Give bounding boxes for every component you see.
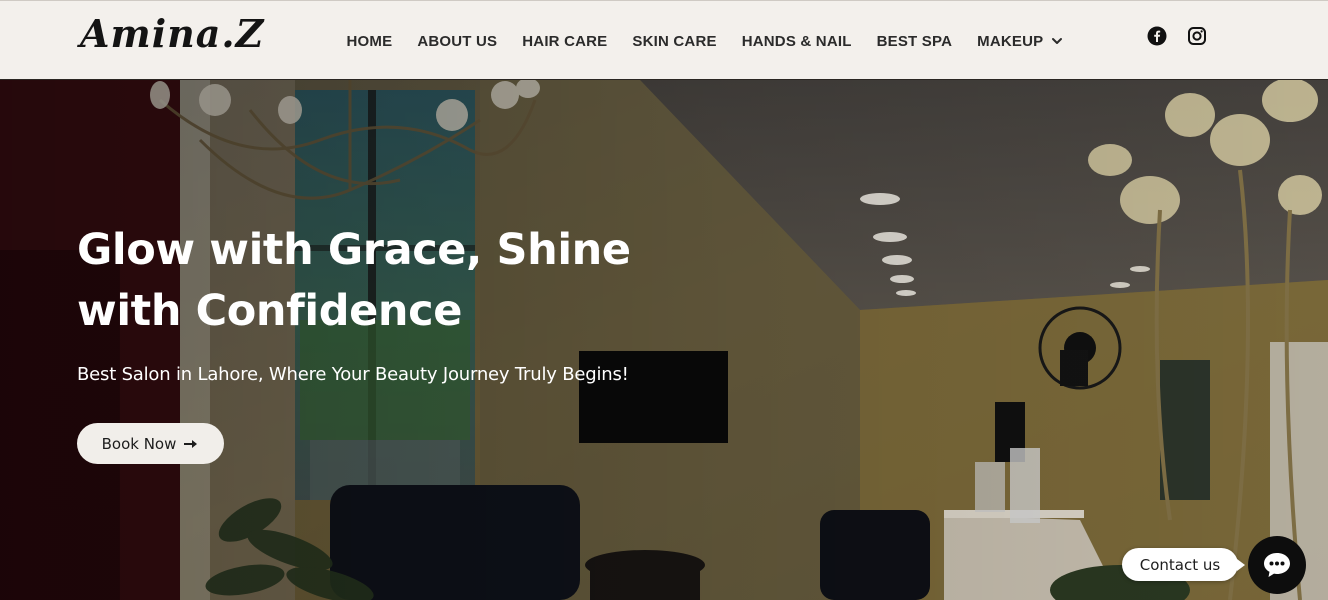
book-now-label: Book Now: [101, 434, 177, 453]
chevron-down-icon: [1052, 38, 1063, 44]
nav-item-about-us[interactable]: ABOUT US: [405, 33, 510, 50]
hero-section: Glow with Grace, Shine with Confidence B…: [0, 80, 1328, 600]
nav-item-label: HANDS & NAIL: [741, 32, 852, 50]
main-nav: HOME ABOUT US HAIR CARE SKIN CARE HANDS …: [334, 30, 1076, 52]
instagram-icon[interactable]: [1187, 26, 1207, 46]
book-now-button[interactable]: Book Now: [77, 423, 224, 464]
nav-item-home[interactable]: HOME: [334, 33, 405, 50]
nav-item-hair-care[interactable]: HAIR CARE: [510, 33, 620, 50]
site-logo[interactable]: Amina.Z: [80, 11, 264, 56]
hero-title-line2: with Confidence: [77, 286, 462, 336]
nav-item-label: ABOUT US: [417, 32, 498, 50]
nav-item-makeup[interactable]: MAKEUP: [965, 33, 1076, 50]
contact-us-label[interactable]: Contact us: [1122, 548, 1245, 581]
arrow-right-icon: [184, 439, 198, 448]
nav-item-label: MAKEUP: [977, 32, 1044, 50]
hero-subtitle: Best Salon in Lahore, Where Your Beauty …: [77, 364, 629, 385]
hero-title: Glow with Grace, Shine with Confidence: [77, 220, 677, 342]
nav-item-label: SKIN CARE: [632, 32, 717, 50]
nav-item-label: HAIR CARE: [522, 32, 608, 50]
chat-bubble-icon: [1264, 553, 1290, 577]
site-header: Amina.Z HOME ABOUT US HAIR CARE SKIN CAR…: [0, 0, 1328, 79]
contact-us-text: Contact us: [1139, 555, 1221, 574]
chat-button[interactable]: [1248, 536, 1306, 594]
hero-title-line1: Glow with Grace, Shine: [77, 225, 631, 275]
facebook-icon[interactable]: [1147, 26, 1167, 46]
nav-item-hands-nail[interactable]: HANDS & NAIL: [729, 33, 864, 50]
nav-item-label: BEST SPA: [876, 32, 953, 50]
nav-item-best-spa[interactable]: BEST SPA: [864, 33, 965, 50]
nav-item-label: HOME: [346, 32, 393, 50]
nav-item-skin-care[interactable]: SKIN CARE: [620, 33, 729, 50]
